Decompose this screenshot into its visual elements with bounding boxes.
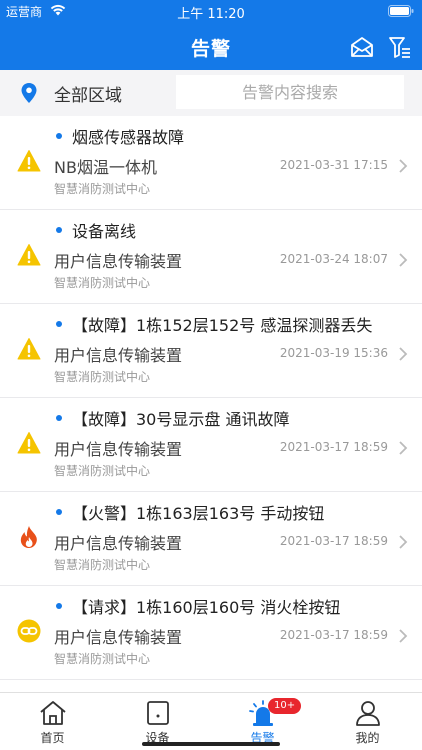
alarm-time: 2021-03-24 18:07 [279,252,388,266]
alarm-device: 用户信息传输装置 [54,440,183,459]
alarm-title: 设备离线 [72,222,137,241]
alarm-org: 智慧消防测试中心 [54,370,151,384]
status-time: 上午 11:20 [177,7,245,22]
tab-home[interactable]: 首页 [0,693,105,750]
home-indicator [142,742,280,746]
alarm-org: 智慧消防测试中心 [54,464,151,478]
alarm-org: 智慧消防测试中心 [54,182,151,196]
bullet-dot [56,603,62,609]
battery-icon [388,5,414,17]
bullet-dot [56,133,62,139]
link-icon [17,619,41,643]
search-input[interactable] [176,75,404,109]
chevron-right-icon [399,253,408,267]
alarm-device: 用户信息传输装置 [54,628,183,647]
alarm-org: 智慧消防测试中心 [54,276,151,290]
home-icon [40,701,66,725]
warning-icon [17,150,41,172]
location-pin-icon[interactable] [20,82,38,104]
user-icon [356,701,380,726]
alarm-time: 2021-03-19 15:36 [279,346,388,360]
notification-badge: 10+ [268,698,302,714]
alarm-time: 2021-03-17 18:59 [279,534,388,548]
alarm-item[interactable]: 【火警】1栋163层163号 手动按钮 用户信息传输装置 2021-03-17 … [0,492,422,586]
warning-icon [17,338,41,360]
alarm-list: 烟感传感器故障 NB烟温一体机 2021-03-31 17:15 智慧消防测试中… [0,116,422,692]
chevron-right-icon [399,159,408,173]
alarm-device: 用户信息传输装置 [54,346,183,365]
alarm-time: 2021-03-17 18:59 [279,440,388,454]
alarm-title: 烟感传感器故障 [72,128,185,147]
alarm-item[interactable]: 烟感传感器故障 NB烟温一体机 2021-03-31 17:15 智慧消防测试中… [0,116,422,210]
chevron-right-icon [399,535,408,549]
warning-icon [17,244,41,266]
tab-label: 首页 [40,731,65,745]
device-icon [147,701,169,725]
alarm-title: 【故障】1栋152层152号 感温探测器丢失 [72,316,373,335]
warning-icon [17,432,41,454]
bottom-tab-bar: 首页 设备 10+ 告警 我的 [0,692,422,750]
alarm-item[interactable]: 【故障】30号显示盘 通讯故障 用户信息传输装置 2021-03-17 18:5… [0,398,422,492]
alarm-time: 2021-03-17 18:59 [279,628,388,642]
tab-label: 我的 [355,731,380,745]
filter-icon[interactable] [388,35,412,59]
alarm-time: 2021-03-31 17:15 [279,158,388,172]
chevron-right-icon [399,441,408,455]
bullet-dot [56,227,62,233]
alarm-item[interactable]: 【请求】1栋160层160号 消火栓按钮 用户信息传输装置 2021-03-17… [0,586,422,680]
filter-bar: 全部区域 [0,70,422,116]
mail-icon[interactable] [350,36,374,58]
bullet-dot [56,509,62,515]
app-header: 运营商 上午 11:20 告警 [0,0,422,70]
alarm-title: 【故障】30号显示盘 通讯故障 [72,410,290,429]
alarm-item[interactable]: 设备离线 用户信息传输装置 2021-03-24 18:07 智慧消防测试中心 [0,210,422,304]
region-selector[interactable]: 全部区域 [54,81,122,106]
status-bar: 运营商 上午 11:20 [0,0,422,22]
bullet-dot [56,415,62,421]
alarm-org: 智慧消防测试中心 [54,558,151,572]
alarm-device: 用户信息传输装置 [54,534,183,553]
alarm-device: NB烟温一体机 [54,158,157,177]
chevron-right-icon [399,347,408,361]
alarm-org: 智慧消防测试中心 [54,652,151,666]
alarm-device: 用户信息传输装置 [54,252,183,271]
bullet-dot [56,321,62,327]
fire-icon [20,526,37,548]
alarm-title: 【请求】1栋160层160号 消火栓按钮 [72,598,341,617]
tab-profile[interactable]: 我的 [315,693,420,750]
alarm-title: 【火警】1栋163层163号 手动按钮 [72,504,325,523]
chevron-right-icon [399,629,408,643]
alarm-item[interactable]: 【故障】1栋152层152号 感温探测器丢失 用户信息传输装置 2021-03-… [0,304,422,398]
